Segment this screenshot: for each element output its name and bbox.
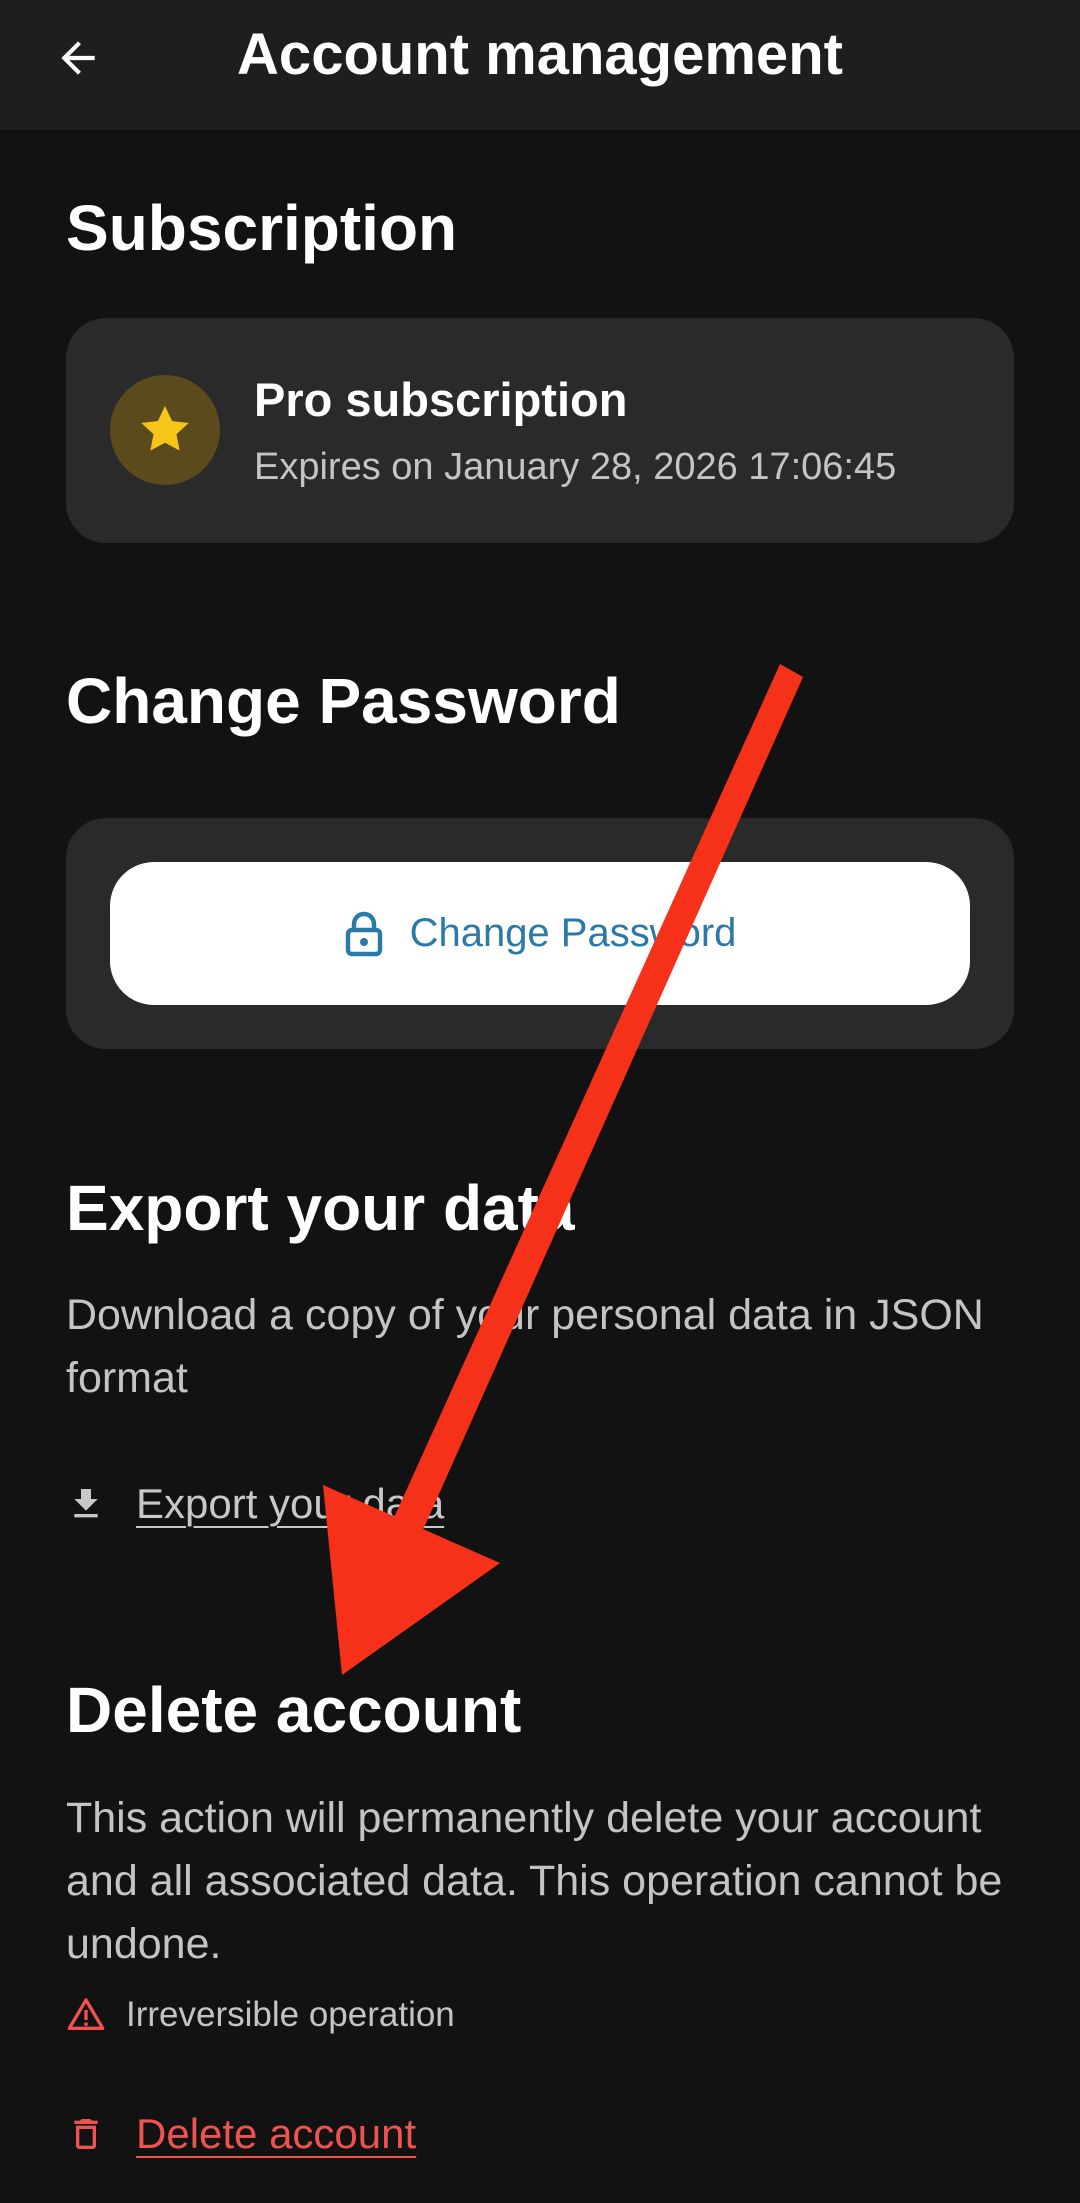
- subscription-plan-name: Pro subscription: [254, 373, 628, 426]
- page-title: Account management: [237, 22, 843, 87]
- lock-icon: [345, 911, 382, 956]
- download-icon: [74, 1489, 98, 1518]
- delete-account-link[interactable]: Delete account: [66, 2104, 416, 2164]
- export-description: Download a copy of your personal data in…: [66, 1291, 984, 1402]
- trash-icon: [74, 2119, 98, 2149]
- export-data-link[interactable]: Export your data: [66, 1474, 444, 1534]
- export-heading: Export your data: [66, 1172, 575, 1244]
- change-password-heading: Change Password: [66, 665, 621, 737]
- change-password-card: Change Password: [66, 818, 1014, 1049]
- export-data-link-label: Export your data: [136, 1480, 445, 1527]
- subscription-expiry: Expires on January 28, 2026 17:06:45: [254, 446, 897, 488]
- delete-description: This action will permanently delete your…: [66, 1794, 1003, 1968]
- star-icon: [141, 405, 189, 451]
- subscription-card: Pro subscription Expires on January 28, …: [66, 318, 1014, 543]
- warning-triangle-icon: [67, 1998, 105, 2030]
- subscription-badge: [110, 375, 220, 485]
- app-bar: Account management: [0, 0, 1080, 130]
- change-password-button[interactable]: Change Password: [110, 862, 970, 1005]
- irreversible-warning: Irreversible operation: [66, 1995, 455, 2035]
- delete-heading: Delete account: [66, 1674, 522, 1746]
- delete-account-link-label: Delete account: [136, 2110, 417, 2157]
- warning-label: Irreversible operation: [126, 1995, 455, 2034]
- subscription-heading: Subscription: [66, 192, 458, 264]
- change-password-button-label: Change Password: [409, 911, 737, 955]
